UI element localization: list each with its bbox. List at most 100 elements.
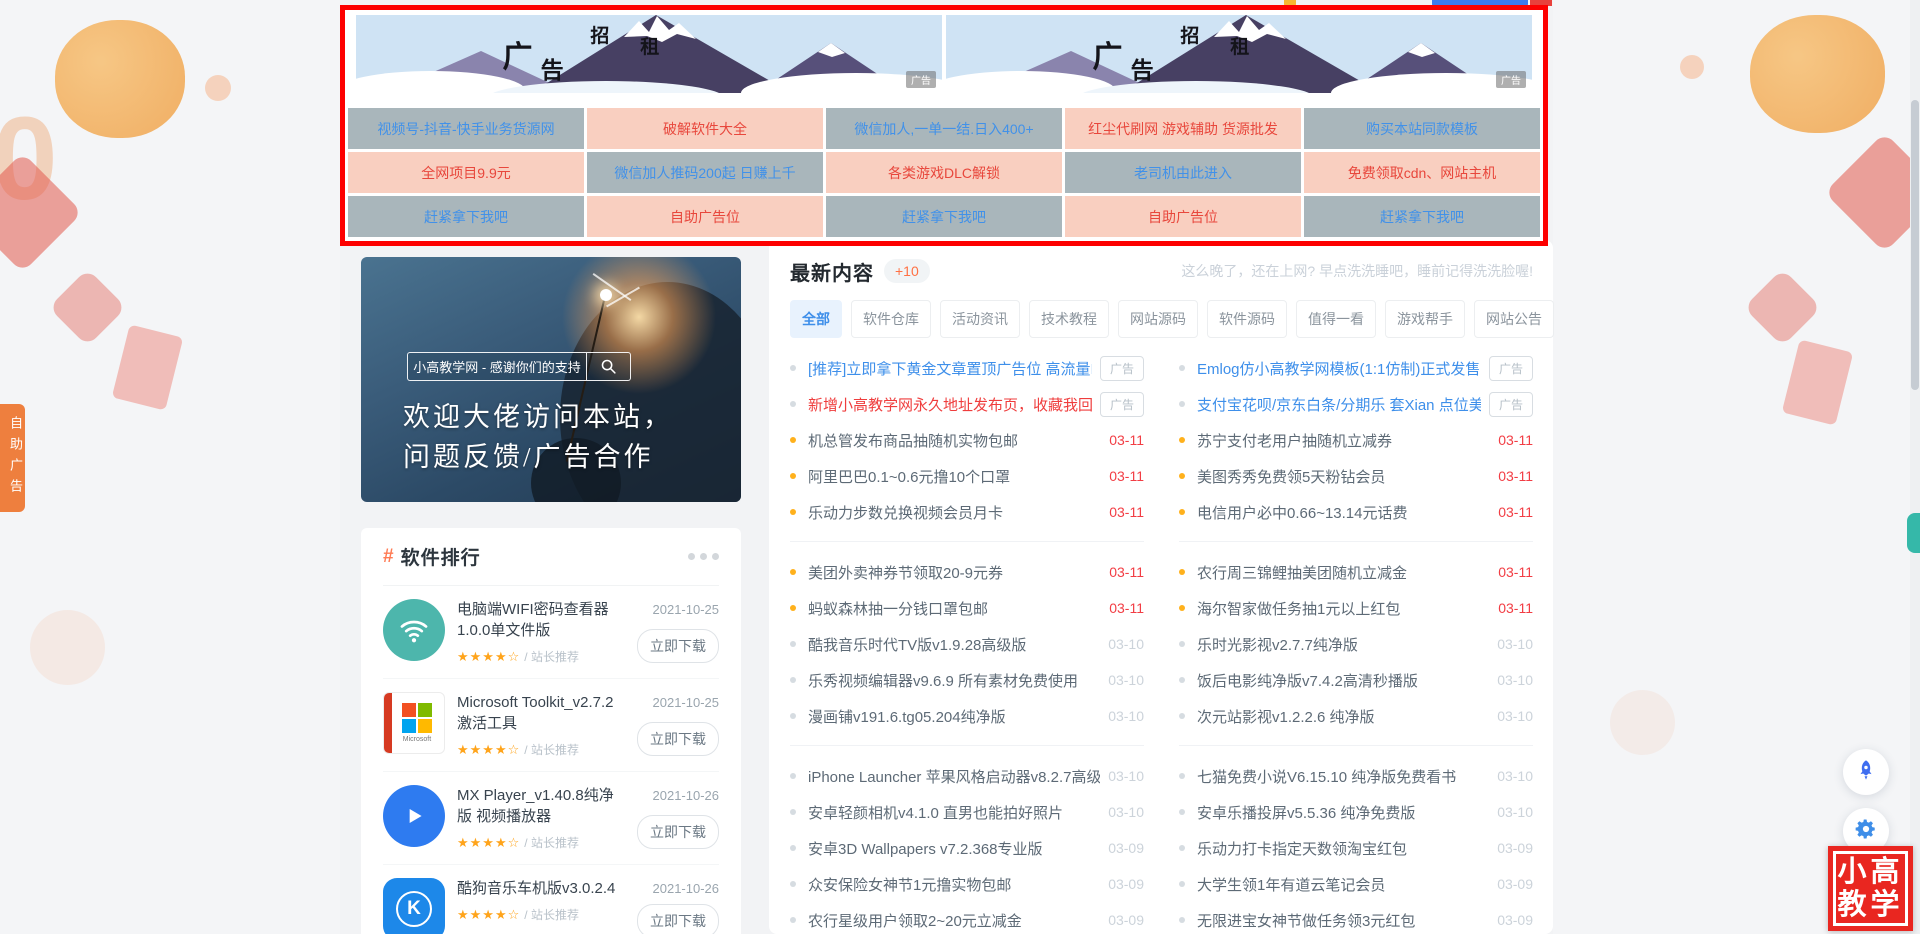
tab-全部[interactable]: 全部 — [790, 300, 842, 338]
ad-cell-link[interactable]: 赶紧拿下我吧 — [1304, 196, 1540, 237]
article-link[interactable]: 无限进宝女神节做任务领3元红包 — [1197, 910, 1489, 931]
gear-icon — [1855, 818, 1877, 845]
article-link[interactable]: 海尔智家做任务抽1元以上红包 — [1197, 598, 1490, 619]
software-date: 2021-10-25 — [653, 695, 720, 710]
article-row: 饭后电影纯净版v7.4.2高清秒播版03-10 — [1179, 662, 1533, 698]
article-link[interactable]: 乐秀视频编辑器v9.6.9 所有素材免费使用 — [808, 670, 1100, 691]
article-link[interactable]: 安卓轻颜相机v4.1.0 直男也能拍好照片 — [808, 802, 1100, 823]
article-link[interactable]: 饭后电影纯净版v7.4.2高清秒播版 — [1197, 670, 1489, 691]
article-link[interactable]: 支付宝花呗/京东白条/分期乐 套Xian 点位美丽 — [1197, 394, 1481, 415]
article-link[interactable]: 安卓乐播投屏v5.5.36 纯净免费版 — [1197, 802, 1489, 823]
bullet-icon — [790, 401, 796, 407]
article-link[interactable]: iPhone Launcher 苹果风格启动器v8.2.7高级版 — [808, 766, 1100, 787]
ad-banner[interactable]: 广 告 招 租 广告 — [946, 15, 1532, 93]
article-link[interactable]: 美团外卖神券节领取20-9元券 — [808, 562, 1101, 583]
article-link[interactable]: 七猫免费小说V6.15.10 纯净版免费看书 — [1197, 766, 1489, 787]
scrollbar-thumb[interactable] — [1911, 100, 1919, 390]
banner-char: 广 — [1093, 32, 1123, 76]
article-link[interactable]: 美图秀秀免费领5天粉钻会员 — [1197, 466, 1490, 487]
ad-cell-link[interactable]: 破解软件大全 — [587, 108, 823, 149]
article-date: 03-09 — [1497, 840, 1533, 856]
article-link[interactable]: 乐动力步数兑换视频会员月卡 — [808, 502, 1101, 523]
hero-banner[interactable]: 小高教学网 - 感谢你们的支持 欢迎大佬访问本站， 问题反馈/广告合作 — [361, 257, 741, 502]
tab-技术教程[interactable]: 技术教程 — [1029, 300, 1109, 338]
article-link[interactable]: 安卓3D Wallpapers v7.2.368专业版 — [808, 838, 1100, 859]
ad-cell-link[interactable]: 各类游戏DLC解锁 — [826, 152, 1062, 193]
article-link[interactable]: 机总管发布商品抽随机实物包邮 — [808, 430, 1101, 451]
ad-cell-link[interactable]: 视频号-抖音-快手业务货源网 — [348, 108, 584, 149]
ad-cell-link[interactable]: 免费领取cdn、网站主机 — [1304, 152, 1540, 193]
article-date: 03-09 — [1108, 840, 1144, 856]
download-button[interactable]: 立即下载 — [637, 904, 719, 934]
article-link[interactable]: 大学生领1年有道云笔记会员 — [1197, 874, 1489, 895]
download-button[interactable]: 立即下载 — [637, 722, 719, 756]
article-link[interactable]: 次元站影视v1.2.2.6 纯净版 — [1197, 706, 1489, 727]
article-row: iPhone Launcher 苹果风格启动器v8.2.7高级版03-10 — [790, 758, 1144, 794]
more-dots-icon[interactable] — [688, 553, 719, 560]
download-button[interactable]: 立即下载 — [637, 815, 719, 849]
decoration-envelope — [112, 324, 184, 410]
tab-网站公告[interactable]: 网站公告 — [1474, 300, 1554, 338]
back-to-top-button[interactable] — [1843, 749, 1889, 795]
software-title[interactable]: MX Player_v1.40.8纯净版 视频播放器 — [457, 785, 621, 827]
tab-网站源码[interactable]: 网站源码 — [1118, 300, 1198, 338]
article-link[interactable]: 漫画铺v191.6.tg05.204纯净版 — [808, 706, 1100, 727]
software-date: 2021-10-26 — [653, 788, 720, 803]
download-button[interactable]: 立即下载 — [637, 629, 719, 663]
ad-cell-link[interactable]: 微信加人推码200起 日赚上千 — [587, 152, 823, 193]
banner-char: 广 — [503, 32, 533, 76]
article-row: Emlog仿小高教学网模板(1:1仿制)正式发售广告 — [1179, 350, 1533, 386]
software-title[interactable]: 酷狗音乐车机版v3.0.2.4 — [457, 878, 621, 899]
article-link[interactable]: 众安保险女神节1元撸实物包邮 — [808, 874, 1100, 895]
article-link[interactable]: 乐动力打卡指定天数领淘宝红包 — [1197, 838, 1489, 859]
hero-search-text: 小高教学网 - 感谢你们的支持 — [408, 353, 586, 380]
article-link[interactable]: 乐时光影视v2.7.7纯净版 — [1197, 634, 1489, 655]
tab-软件仓库[interactable]: 软件仓库 — [851, 300, 931, 338]
article-link[interactable]: 农行周三锦鲤抽美团随机立减金 — [1197, 562, 1490, 583]
article-link[interactable]: Emlog仿小高教学网模板(1:1仿制)正式发售 — [1197, 358, 1481, 379]
bullet-icon — [1179, 773, 1185, 779]
tab-活动资讯[interactable]: 活动资讯 — [940, 300, 1020, 338]
software-item: K酷狗音乐车机版v3.0.2.4★★★★☆/ 站长推荐2021-10-26立即下… — [383, 865, 719, 934]
article-link[interactable]: 阿里巴巴0.1~0.6元撸10个口罩 — [808, 466, 1101, 487]
ad-cell-link[interactable]: 老司机由此进入 — [1065, 152, 1301, 193]
article-link[interactable]: 蚂蚁森林抽一分钱口罩包邮 — [808, 598, 1101, 619]
article-link[interactable]: 农行星级用户领取2~20元立减金 — [808, 910, 1100, 931]
article-date: 03-11 — [1498, 504, 1533, 520]
ad-cell-link[interactable]: 赶紧拿下我吧 — [826, 196, 1062, 237]
ad-overlay: 广 告 招 租 广告 广 告 — [340, 5, 1548, 246]
software-date: 2021-10-26 — [653, 881, 720, 896]
ad-cell-link[interactable]: 红尘代刷网 游戏辅助 货源批发 — [1065, 108, 1301, 149]
ad-banner[interactable]: 广 告 招 租 广告 — [356, 15, 942, 93]
self-ad-side-tab[interactable]: 自助广告 — [0, 404, 25, 512]
microsoft-toolkit-icon: Microsoft — [383, 692, 445, 754]
article-link[interactable]: 苏宁支付老用户抽随机立减券 — [1197, 430, 1490, 451]
article-row: 次元站影视v1.2.2.6 纯净版03-10 — [1179, 698, 1533, 734]
software-item-right: 2021-10-25立即下载 — [633, 599, 719, 665]
ad-cell-link[interactable]: 购买本站同款模板 — [1304, 108, 1540, 149]
ad-cell-link[interactable]: 全网项目9.9元 — [348, 152, 584, 193]
banner-char: 告 — [541, 51, 564, 85]
article-link[interactable]: [推荐]立即拿下黄金文章置顶广告位 高流量IP — [808, 358, 1092, 379]
ad-badge: 广告 — [1100, 392, 1144, 417]
tab-软件源码[interactable]: 软件源码 — [1207, 300, 1287, 338]
tab-游戏帮手[interactable]: 游戏帮手 — [1385, 300, 1465, 338]
article-link[interactable]: 酷我音乐时代TV版v1.9.28高级版 — [808, 634, 1100, 655]
play-icon — [383, 785, 445, 847]
article-row: 安卓乐播投屏v5.5.36 纯净免费版03-10 — [1179, 794, 1533, 830]
ad-badge: 广告 — [1489, 392, 1533, 417]
software-title[interactable]: 电脑端WIFI密码查看器 1.0.0单文件版 — [457, 599, 621, 641]
ad-cell-link[interactable]: 微信加人,一单一结.日入400+ — [826, 108, 1062, 149]
bullet-icon — [1179, 713, 1185, 719]
software-title[interactable]: Microsoft Toolkit_v2.7.2 激活工具 — [457, 692, 621, 734]
article-link[interactable]: 新增小高教学网永久地址发布页，收藏我回家.. — [808, 394, 1092, 415]
side-tool-tab[interactable] — [1907, 513, 1920, 553]
ad-cell-link[interactable]: 自助广告位 — [587, 196, 823, 237]
site-logo-stamp[interactable]: 小高 教学 — [1828, 846, 1913, 931]
ad-banner-row: 广 告 招 租 广告 广 告 — [345, 15, 1543, 93]
article-link[interactable]: 电信用户必中0.66~13.14元话费 — [1197, 502, 1490, 523]
tab-值得一看[interactable]: 值得一看 — [1296, 300, 1376, 338]
greeting-text: 这么晚了，还在上网? 早点洗洗睡吧，睡前记得洗洗脸喔! — [1181, 261, 1533, 281]
ad-cell-link[interactable]: 赶紧拿下我吧 — [348, 196, 584, 237]
ad-cell-link[interactable]: 自助广告位 — [1065, 196, 1301, 237]
